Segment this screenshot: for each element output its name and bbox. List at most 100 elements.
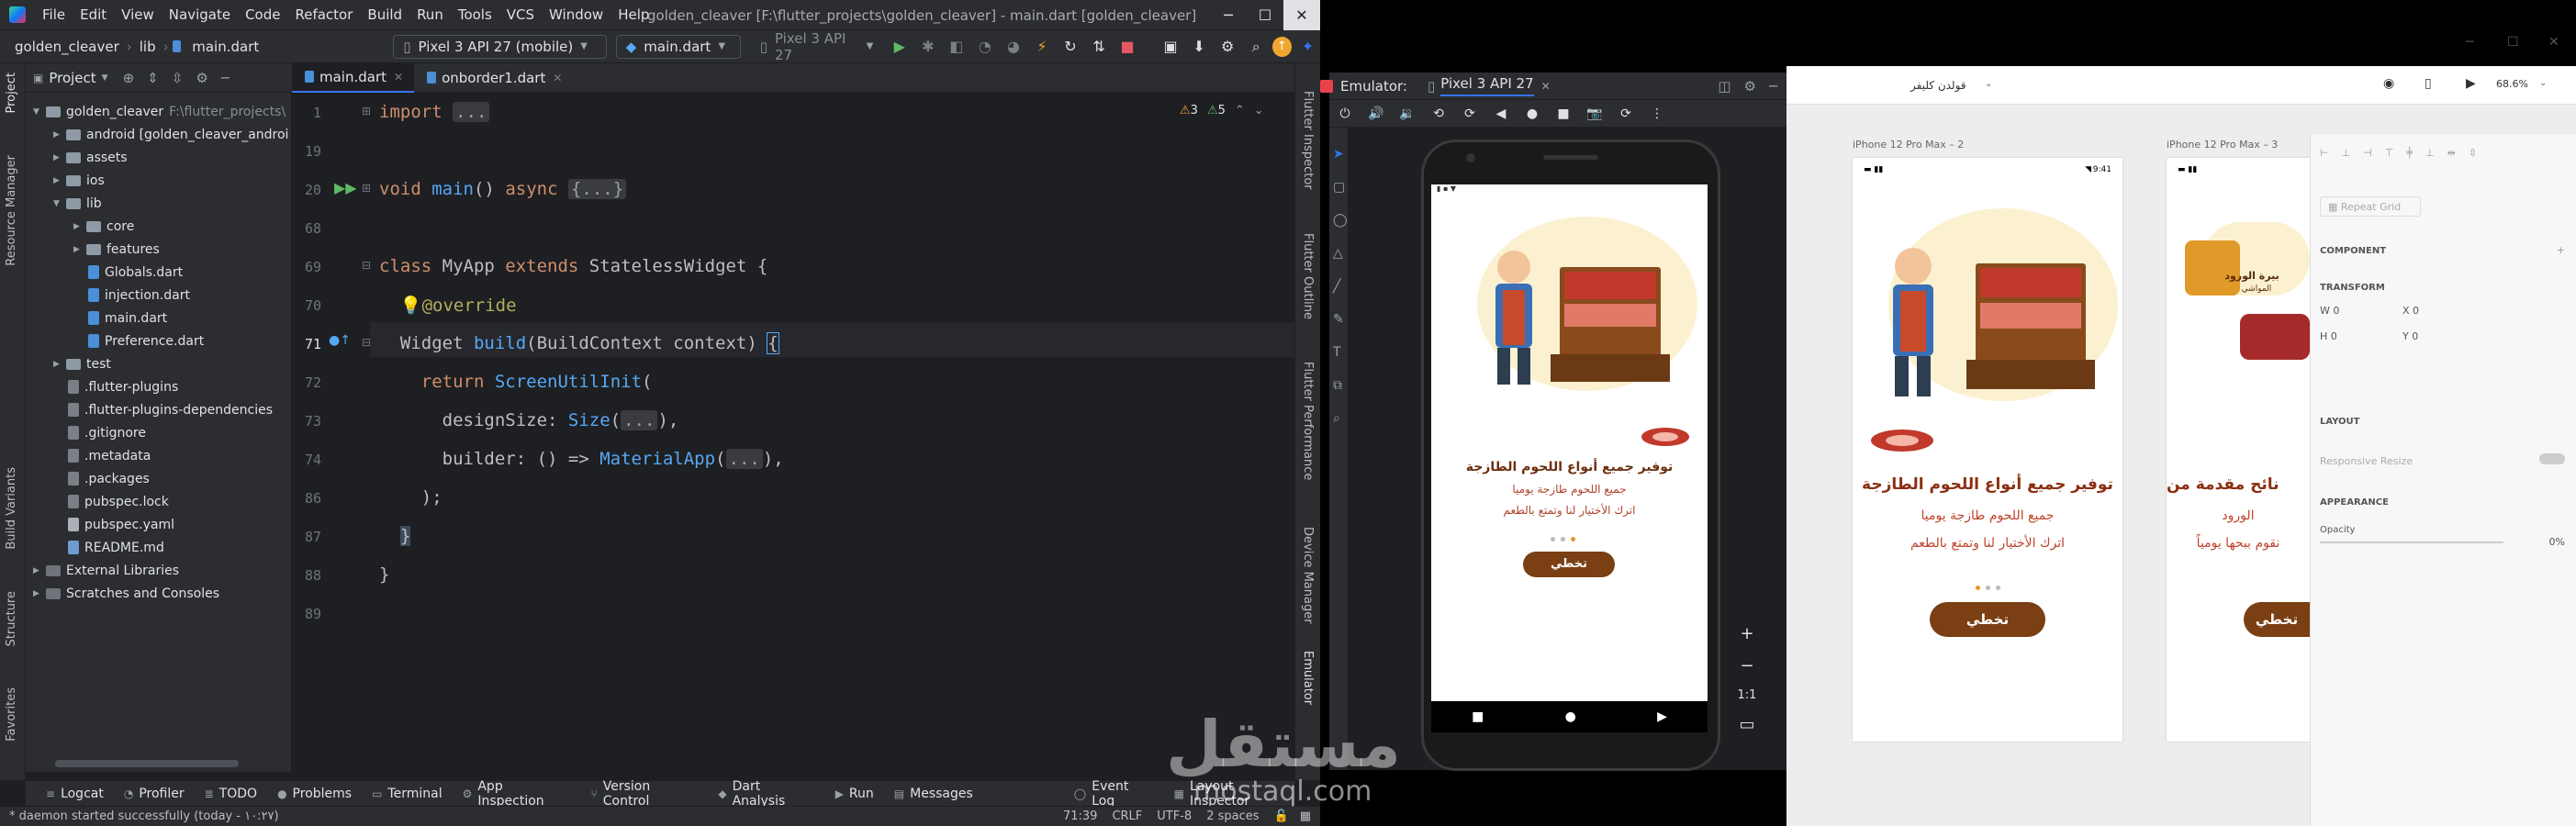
artboard-label[interactable]: iPhone 12 Pro Max – 2 bbox=[1853, 139, 1964, 151]
tree-file[interactable]: pubspec.lock bbox=[53, 490, 169, 513]
lock-icon[interactable]: 🔓 bbox=[1274, 809, 1289, 823]
tree-folder[interactable]: ▶ assets bbox=[53, 146, 128, 169]
close-icon[interactable]: ✕ bbox=[1283, 0, 1320, 30]
ellipse-tool-icon[interactable]: ◯ bbox=[1333, 213, 1348, 228]
tree-file[interactable]: .gitignore bbox=[53, 421, 146, 444]
menu-vcs[interactable]: VCS bbox=[499, 6, 542, 23]
menu-code[interactable]: Code bbox=[238, 6, 287, 23]
skip-button[interactable]: تخطي bbox=[2244, 602, 2310, 637]
override-gutter-icon[interactable]: ●↑ bbox=[329, 333, 351, 348]
flutter-outline-tool-button[interactable]: Flutter Outline bbox=[1301, 233, 1315, 319]
tree-file[interactable]: Preference.dart bbox=[73, 329, 204, 352]
play-icon[interactable]: ▶ bbox=[2466, 76, 2476, 91]
tree-file[interactable]: Globals.dart bbox=[73, 261, 183, 284]
x-field[interactable]: X 0 bbox=[2402, 305, 2419, 317]
tree-group[interactable]: ▶ External Libraries bbox=[33, 559, 179, 582]
flutter-inspector-tool-button[interactable]: Flutter Inspector bbox=[1301, 91, 1315, 190]
tree-folder[interactable]: ▶ features bbox=[73, 238, 160, 261]
power-icon[interactable]: ⏻ bbox=[1329, 106, 1361, 121]
hide-icon[interactable]: ─ bbox=[1769, 78, 1777, 95]
tree-folder[interactable]: ▼ lib bbox=[53, 192, 102, 215]
zoom-tool-icon[interactable]: ⌕ bbox=[1333, 411, 1348, 426]
emulator-tool-button[interactable]: Emulator bbox=[1301, 651, 1315, 705]
chevron-right-icon[interactable]: ▶ bbox=[73, 222, 86, 231]
chevron-right-icon[interactable]: ▶ bbox=[53, 130, 66, 140]
tree-file[interactable]: injection.dart bbox=[73, 284, 190, 307]
sync-icon[interactable]: ⇅ bbox=[1087, 34, 1112, 60]
problems-tool-button[interactable]: ● Problems bbox=[277, 787, 352, 801]
menu-window[interactable]: Window bbox=[542, 6, 610, 23]
text-tool-icon[interactable]: T bbox=[1333, 345, 1348, 360]
run-tool-button[interactable]: ▶ Run bbox=[835, 787, 874, 801]
device-preview-icon[interactable]: ▯ bbox=[2425, 76, 2432, 91]
volume-up-icon[interactable]: 🔊 bbox=[1361, 106, 1392, 121]
hot-reload-icon[interactable]: ⚡ bbox=[1029, 34, 1054, 60]
pen-tool-icon[interactable]: ✎ bbox=[1333, 312, 1348, 327]
gemini-icon[interactable]: ✦ bbox=[1295, 34, 1320, 60]
locate-icon[interactable]: ⊕ bbox=[123, 70, 135, 86]
tree-file[interactable]: .metadata bbox=[53, 444, 151, 467]
add-icon[interactable]: + bbox=[2557, 244, 2565, 256]
fit-screen-icon[interactable]: ▭ bbox=[1739, 715, 1754, 734]
tab-onborder1-dart[interactable]: onborder1.dart ✕ bbox=[414, 63, 573, 93]
messages-tool-button[interactable]: ▤ Messages bbox=[894, 787, 973, 801]
layout-icon[interactable]: ◫ bbox=[1718, 78, 1730, 95]
app-inspection-tool-button[interactable]: ⚙ App Inspection bbox=[463, 779, 571, 809]
warning-count[interactable]: ⚠3 bbox=[1180, 104, 1198, 117]
skip-button[interactable]: تخطي bbox=[1930, 602, 2045, 637]
align-middle-icon[interactable]: ╪ bbox=[2406, 147, 2413, 159]
menu-edit[interactable]: Edit bbox=[73, 6, 114, 23]
terminal-tool-button[interactable]: ▭ Terminal bbox=[372, 787, 442, 801]
zoom-in-icon[interactable]: + bbox=[1740, 624, 1753, 643]
tree-file[interactable]: main.dart bbox=[73, 307, 167, 329]
emulator-selector[interactable]: ▯ Pixel 3 API 27 ▼ bbox=[749, 30, 884, 63]
opacity-slider[interactable] bbox=[2320, 541, 2503, 543]
menu-tools[interactable]: Tools bbox=[451, 6, 499, 23]
tree-file[interactable]: .flutter-plugins-dependencies bbox=[53, 398, 273, 421]
hide-icon[interactable]: ─ bbox=[221, 70, 230, 86]
align-left-icon[interactable]: ⊢ bbox=[2320, 147, 2329, 159]
chevron-down-icon[interactable]: ⌄ bbox=[2539, 78, 2547, 88]
run-gutter-icon[interactable]: ▶▶ bbox=[334, 179, 357, 196]
line-tool-icon[interactable]: ╱ bbox=[1333, 279, 1348, 294]
horizontal-scrollbar[interactable] bbox=[55, 760, 239, 767]
chevron-down-icon[interactable]: ▼ bbox=[102, 73, 108, 83]
tree-folder[interactable]: ▶ ios bbox=[53, 169, 105, 192]
gear-icon[interactable]: ⚙ bbox=[1744, 78, 1756, 95]
build-variants-tool-button[interactable]: Build Variants bbox=[5, 467, 18, 550]
back-icon[interactable]: ◀ bbox=[1485, 106, 1517, 121]
home-icon[interactable]: ● bbox=[1565, 709, 1576, 724]
volume-down-icon[interactable]: 🔉 bbox=[1392, 106, 1423, 121]
favorites-tool-button[interactable]: Favorites bbox=[5, 687, 18, 742]
align-top-icon[interactable]: ⊤ bbox=[2385, 147, 2394, 159]
hot-restart-icon[interactable]: ↻ bbox=[1058, 34, 1082, 60]
zoom-ratio[interactable]: 1:1 bbox=[1738, 688, 1757, 702]
align-center-icon[interactable]: ⊥ bbox=[2342, 147, 2351, 159]
overview-icon[interactable]: ■ bbox=[1472, 709, 1484, 724]
indent-setting[interactable]: 2 spaces bbox=[1206, 809, 1259, 823]
stop-icon[interactable]: ■ bbox=[1115, 34, 1140, 60]
breadcrumb-file[interactable]: main.dart bbox=[186, 39, 264, 55]
chevron-right-icon[interactable]: ▶ bbox=[33, 566, 46, 575]
tab-main-dart[interactable]: main.dart ✕ bbox=[292, 62, 415, 93]
todo-tool-button[interactable]: ≣ TODO bbox=[205, 787, 257, 801]
opacity-value[interactable]: 0% bbox=[2549, 536, 2565, 548]
chevron-right-icon[interactable]: ▶ bbox=[53, 176, 66, 185]
responsive-resize-toggle[interactable] bbox=[2539, 453, 2565, 464]
align-right-icon[interactable]: ⊣ bbox=[2363, 147, 2372, 159]
debug-icon[interactable]: ✱ bbox=[915, 34, 940, 60]
profiler-tool-button[interactable]: ◔ Profiler bbox=[124, 787, 185, 801]
search-icon[interactable]: ⌕ bbox=[1244, 34, 1269, 60]
rotate-right-icon[interactable]: ⟳ bbox=[1454, 106, 1485, 121]
menu-run[interactable]: Run bbox=[409, 6, 451, 23]
device-manager-icon[interactable]: ▣ bbox=[1159, 34, 1183, 60]
share-icon[interactable]: ◉ bbox=[2383, 76, 2394, 91]
project-tool-button[interactable]: Project bbox=[5, 73, 18, 113]
rotate-left-icon[interactable]: ⟲ bbox=[1423, 106, 1454, 121]
code-editor[interactable]: import ... void main() async {...} class… bbox=[370, 93, 1294, 772]
select-tool-icon[interactable]: ➤ bbox=[1333, 147, 1348, 162]
tree-group[interactable]: ▶ Scratches and Consoles bbox=[33, 582, 219, 605]
distribute-h-icon[interactable]: ⇹ bbox=[2447, 147, 2456, 159]
tree-folder[interactable]: ▶ android [golden_cleaver_androi bbox=[53, 123, 288, 146]
close-icon[interactable]: ✕ bbox=[2548, 35, 2559, 50]
